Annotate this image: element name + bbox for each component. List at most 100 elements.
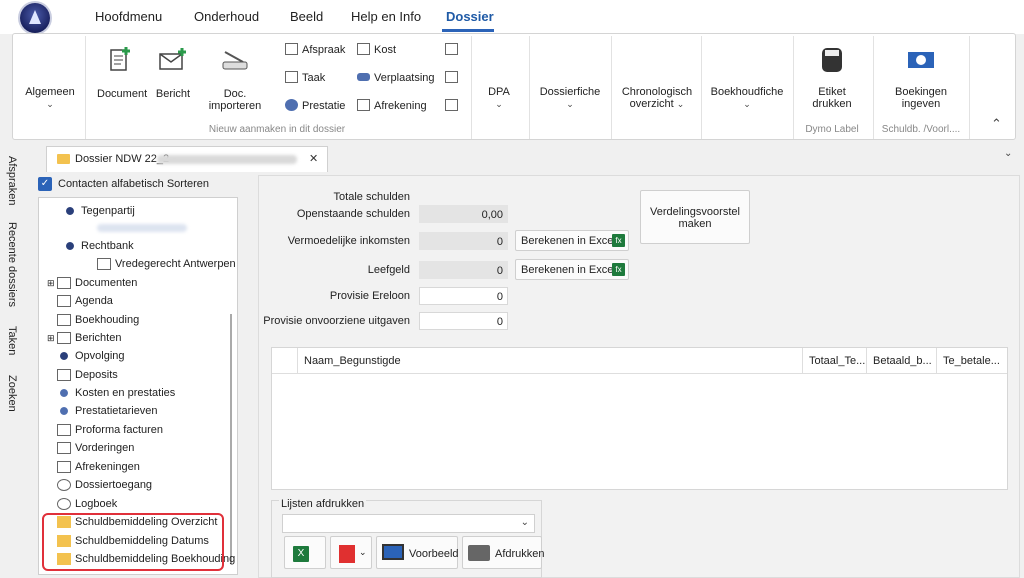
separator [471, 36, 472, 139]
chevron-down-icon: ⌄ [495, 99, 503, 109]
chevron-down-icon: ⌄ [676, 99, 685, 109]
drukken-label: drukken [812, 98, 852, 110]
provisie-ereloon-input[interactable]: 0 [419, 287, 508, 305]
vermoedelijke-value: 0 [419, 232, 508, 250]
menu-dossier[interactable]: Dossier [446, 9, 494, 24]
berekenen-excel-button-2[interactable]: Berekenen in Excel fx [515, 259, 629, 280]
voorbeeld-button[interactable]: Voorbeeld [376, 536, 459, 569]
algemeen-button[interactable]: Algemeen ⌄ [25, 86, 75, 110]
document-icon [57, 277, 71, 289]
tree-scrollbar[interactable] [230, 314, 232, 564]
dossier-tab[interactable]: Dossier NDW 22_2 - ✕ [46, 146, 328, 172]
separator [701, 36, 702, 139]
dpa-button[interactable]: DPA ⌄ [479, 86, 519, 110]
envelope-icon [57, 332, 71, 344]
chronologisch-button[interactable]: Chronologisch overzicht ⌄ [617, 86, 697, 110]
tree-label: Opvolging [75, 350, 125, 362]
contacts-icon [57, 350, 71, 362]
active-tab-indicator [442, 29, 494, 32]
tree-label: Rechtbank [81, 240, 134, 252]
calendar-grid-icon[interactable] [445, 99, 458, 111]
verplaatsing-label: Verplaatsing [374, 72, 435, 84]
export-excel-button[interactable]: X [284, 536, 326, 569]
person-icon [57, 405, 71, 417]
courthouse-icon [97, 258, 111, 270]
close-icon[interactable]: ✕ [309, 152, 318, 165]
bank-icon [57, 369, 71, 381]
collapse-ribbon-icon[interactable]: ⌃ [991, 116, 1002, 132]
boekhoudfiche-label: Boekhoudfiche [710, 86, 784, 98]
menu-help[interactable]: Help en Info [351, 9, 421, 24]
tree-item-prestatietarieven[interactable]: Prestatietarieven [57, 402, 158, 420]
tree-item-tegenpartij[interactable]: Tegenpartij [63, 202, 135, 220]
tree-label: Boekhouding [75, 314, 140, 326]
sort-checkbox[interactable]: ✓ [38, 177, 52, 191]
begunstigden-grid[interactable]: Naam_Begunstigde Totaal_Te... Betaald_b.… [271, 347, 1008, 490]
excel-icon: X [293, 546, 309, 562]
chevron-down-icon: ⌄ [46, 99, 54, 109]
app-logo-icon[interactable] [20, 3, 50, 33]
chronologisch-label: Chronologisch [621, 86, 693, 98]
separator [85, 36, 86, 139]
expand-icon[interactable]: ⊞ [47, 333, 57, 344]
logbook-icon [57, 498, 71, 510]
tree-item-deposits[interactable]: Deposits [57, 366, 118, 384]
tree-item-boekhouding[interactable]: Boekhouding [57, 311, 139, 329]
tree-item-documenten[interactable]: ⊞ Documenten [47, 274, 137, 292]
provisie-onvoorziene-input[interactable]: 0 [419, 312, 508, 330]
column-header-naam[interactable]: Naam_Begunstigde [298, 348, 803, 374]
afdrukken-button[interactable]: Afdrukken [462, 536, 545, 569]
column-header-totaal[interactable]: Totaal_Te... [803, 348, 867, 374]
menu-beeld[interactable]: Beeld [290, 9, 323, 24]
person-icon [285, 99, 298, 111]
tree-item-rechtbank[interactable]: Rechtbank [63, 237, 134, 255]
sort-checkbox-label: Contacten alfabetisch Sorteren [58, 178, 210, 190]
menu-hoofdmenu[interactable]: Hoofdmenu [95, 9, 162, 24]
tree-item-dossiertoegang[interactable]: Dossiertoegang [57, 476, 152, 494]
expand-icon[interactable]: ⊞ [47, 278, 57, 289]
boekingen-ingeven-button[interactable]: Boekingen ingeven [879, 44, 963, 114]
tree-item-logboek[interactable]: Logboek [57, 495, 117, 513]
column-header-te-betalen[interactable]: Te_betale... [937, 348, 1007, 374]
side-tab-recente-dossiers[interactable]: Recente dossiers [6, 222, 18, 307]
afdrukken-label: Afdrukken [495, 548, 545, 560]
column-header-betaald[interactable]: Betaald_b... [867, 348, 937, 374]
folder-icon [57, 154, 70, 164]
tree-item-vredegerecht[interactable]: Vredegerecht Antwerpen [97, 255, 236, 273]
document-label: Document [97, 88, 148, 100]
contacts-icon [63, 240, 77, 252]
verdelingsvoorstel-button[interactable]: Verdelingsvoorstel maken [640, 190, 750, 244]
chevron-down-icon: ⌄ [566, 99, 574, 109]
tabs-dropdown-icon[interactable]: ⌄ [1004, 148, 1012, 159]
side-tab-zoeken[interactable]: Zoeken [6, 375, 18, 412]
etiket-drukken-button[interactable]: Etiket drukken [799, 44, 865, 114]
boekhoudfiche-button[interactable]: Boekhoudfiche ⌄ [707, 86, 787, 110]
tree-item-kosten[interactable]: Kosten en prestaties [57, 384, 175, 402]
side-tab-taken[interactable]: Taken [6, 326, 18, 355]
doc-importeren-button[interactable]: Doc. importeren [197, 44, 273, 112]
printer-icon [468, 545, 490, 561]
side-tab-afspraken[interactable]: Afspraken [6, 156, 18, 206]
bericht-button[interactable]: Bericht [153, 44, 193, 104]
table-icon [57, 424, 71, 436]
afspraak-label: Afspraak [302, 44, 346, 56]
tree-item-afrekeningen[interactable]: Afrekeningen [57, 458, 140, 476]
tree-item-opvolging[interactable]: Opvolging [57, 347, 125, 365]
lijsten-select[interactable]: ⌄ [282, 514, 535, 533]
menu-onderhoud[interactable]: Onderhoud [194, 9, 259, 24]
pdf-icon [339, 545, 355, 563]
tree-item-proforma[interactable]: Proforma facturen [57, 421, 163, 439]
document-button[interactable]: Document [97, 44, 148, 104]
grid-icon[interactable] [445, 43, 458, 55]
blurred-contact [97, 224, 187, 232]
tree-item-berichten[interactable]: ⊞ Berichten [47, 329, 121, 347]
berekenen-excel-button-1[interactable]: Berekenen in Excel fx [515, 230, 629, 251]
tree-item-agenda[interactable]: Agenda [57, 292, 113, 310]
new-document-icon [110, 47, 130, 71]
dossierfiche-button[interactable]: Dossierfiche ⌄ [535, 86, 605, 110]
contacts-icon [63, 205, 77, 217]
tree-item-vorderingen[interactable]: Vorderingen [57, 439, 134, 457]
export-pdf-button[interactable]: ⌄ [330, 536, 372, 569]
ingeven-label: ingeven [901, 98, 941, 110]
chart-icon[interactable] [445, 71, 458, 83]
